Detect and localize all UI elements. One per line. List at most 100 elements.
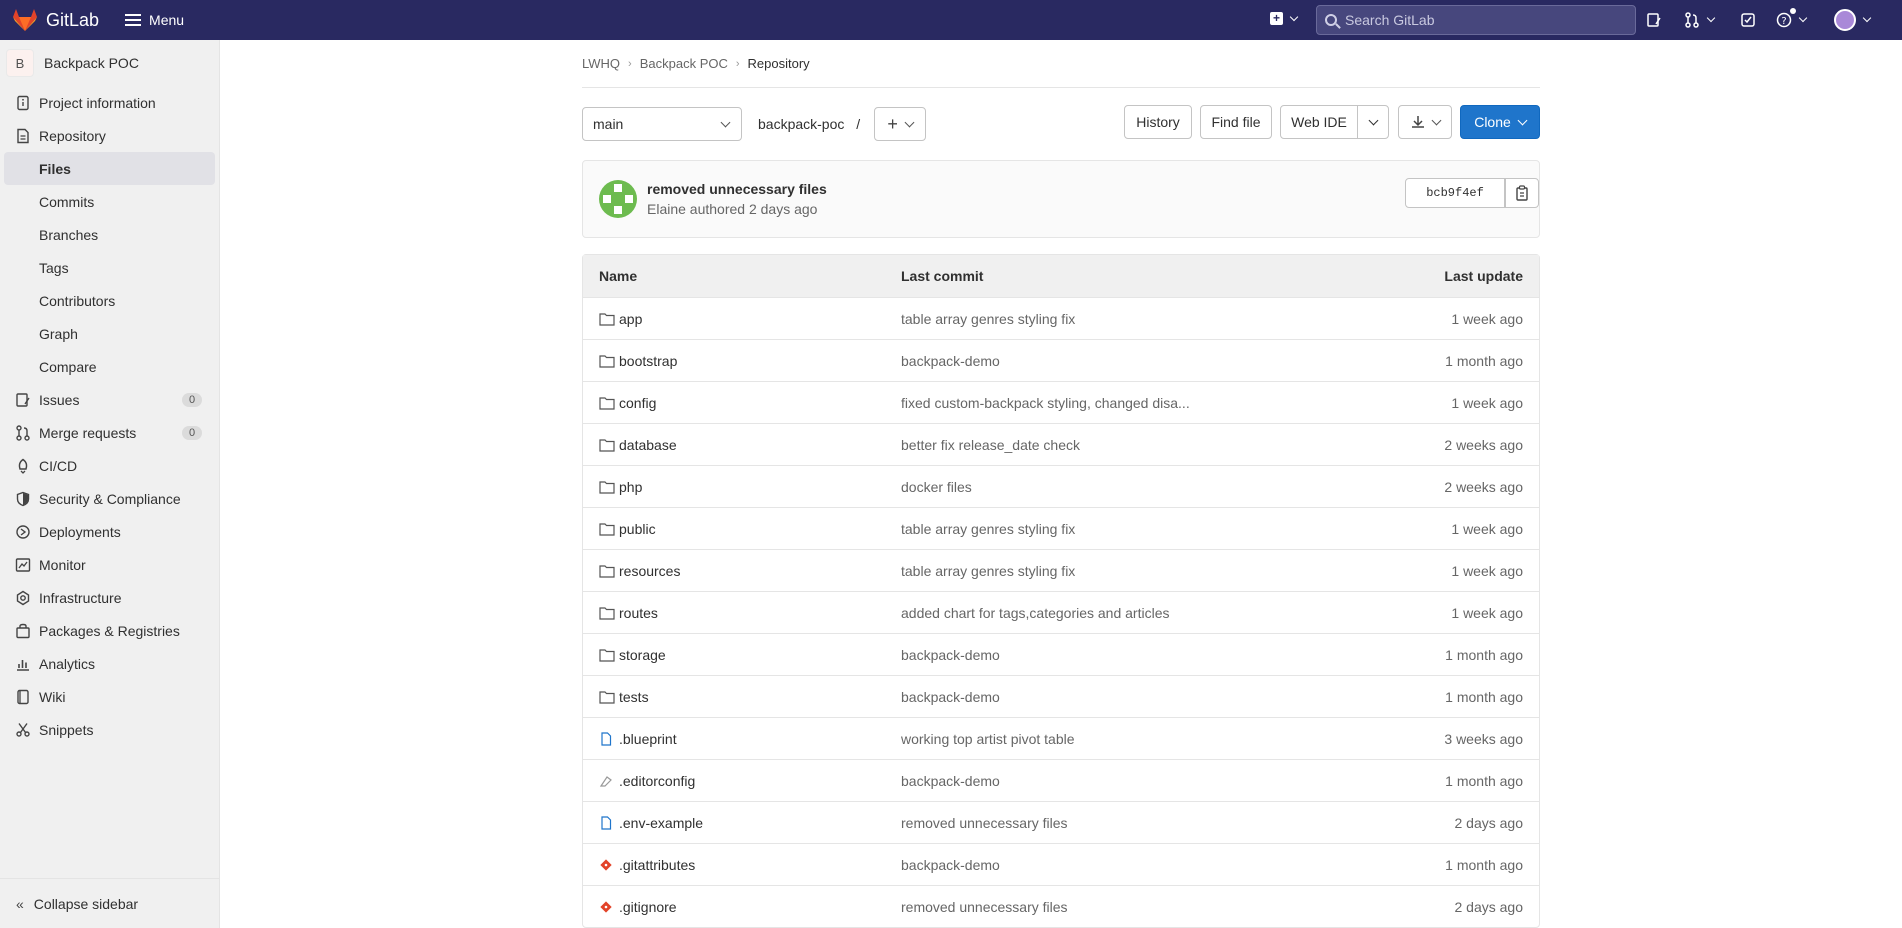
history-button[interactable]: History: [1124, 105, 1192, 139]
table-row[interactable]: app table array genres styling fix 1 week …: [583, 297, 1539, 339]
web-ide-button[interactable]: Web IDE: [1280, 105, 1358, 139]
table-row[interactable]: .env-example removed unnecessary files 2 d…: [583, 801, 1539, 843]
last-commit-link[interactable]: working top artist pivot table: [901, 731, 1361, 747]
file-name-link[interactable]: resources: [619, 563, 680, 579]
last-commit-link[interactable]: docker files: [901, 479, 1361, 495]
add-to-tree-button[interactable]: +: [874, 107, 927, 141]
file-name-link[interactable]: .gitattributes: [619, 857, 695, 873]
last-commit-link[interactable]: added chart for tags,categories and arti…: [901, 605, 1361, 621]
sidebar-item-graph[interactable]: Graph: [0, 317, 219, 350]
last-commit-link[interactable]: fixed custom-backpack styling, changed d…: [901, 395, 1361, 411]
table-row[interactable]: routes added chart for tags,categories an…: [583, 591, 1539, 633]
file-name-link[interactable]: tests: [619, 689, 649, 705]
last-commit-link[interactable]: backpack-demo: [901, 647, 1361, 663]
sidebar-item-files[interactable]: Files: [4, 152, 215, 185]
download-button[interactable]: [1398, 105, 1452, 139]
file-name-link[interactable]: app: [619, 311, 642, 327]
last-commit-link[interactable]: table array genres styling fix: [901, 563, 1361, 579]
menu-button[interactable]: Menu: [125, 11, 184, 29]
last-commit-link[interactable]: backpack-demo: [901, 353, 1361, 369]
breadcrumb-item-project[interactable]: Backpack POC: [640, 56, 728, 71]
table-row[interactable]: config fixed custom-backpack styling, cha…: [583, 381, 1539, 423]
table-row[interactable]: .blueprint working top artist pivot table…: [583, 717, 1539, 759]
last-commit-link[interactable]: table array genres styling fix: [901, 311, 1361, 327]
copy-sha-button[interactable]: [1505, 178, 1539, 208]
merge-requests-nav-button[interactable]: [1684, 12, 1716, 28]
clone-button[interactable]: Clone: [1460, 105, 1540, 139]
table-row[interactable]: php docker files 2 weeks ago: [583, 465, 1539, 507]
last-update-time: 1 month ago: [1445, 772, 1523, 789]
sidebar-item-analytics[interactable]: Analytics: [0, 647, 219, 680]
user-menu-button[interactable]: [1834, 9, 1872, 31]
file-name-link[interactable]: .gitignore: [619, 899, 677, 915]
table-row[interactable]: tests backpack-demo 1 month ago: [583, 675, 1539, 717]
sidebar-item-ci-cd[interactable]: CI/CD: [0, 449, 219, 482]
breadcrumb-item-current[interactable]: Repository: [748, 56, 810, 71]
table-row[interactable]: bootstrap backpack-demo 1 month ago: [583, 339, 1539, 381]
branch-selector[interactable]: main: [582, 107, 742, 141]
last-commit-link[interactable]: removed unnecessary files: [901, 899, 1361, 915]
commit-sha[interactable]: bcb9f4ef: [1405, 178, 1505, 208]
file-name-link[interactable]: storage: [619, 647, 666, 663]
file-name-link[interactable]: config: [619, 395, 656, 411]
sidebar-item-security-compliance[interactable]: Security & Compliance: [0, 482, 219, 515]
sidebar-item-branches[interactable]: Branches: [0, 218, 219, 251]
file-name-link[interactable]: .env-example: [619, 815, 703, 831]
table-row[interactable]: .gitattributes backpack-demo 1 month ago: [583, 843, 1539, 885]
breadcrumb-separator-icon: ›: [735, 57, 740, 70]
table-row[interactable]: .editorconfig backpack-demo 1 month ago: [583, 759, 1539, 801]
table-row[interactable]: resources table array genres styling fix 1…: [583, 549, 1539, 591]
file-name-link[interactable]: public: [619, 521, 656, 537]
find-file-button[interactable]: Find file: [1200, 105, 1272, 139]
sidebar-item-tags[interactable]: Tags: [0, 251, 219, 284]
collapse-sidebar-button[interactable]: « Collapse sidebar: [0, 878, 220, 928]
sidebar-item-contributors[interactable]: Contributors: [0, 284, 219, 317]
web-ide-dropdown-button[interactable]: [1357, 105, 1389, 139]
last-commit-link[interactable]: backpack-demo: [901, 689, 1361, 705]
commit-author-avatar[interactable]: [599, 180, 637, 218]
sidebar-item-compare[interactable]: Compare: [0, 350, 219, 383]
table-row[interactable]: public table array genres styling fix 1 we…: [583, 507, 1539, 549]
sidebar-item-monitor[interactable]: Monitor: [0, 548, 219, 581]
table-row[interactable]: database better fix release_date check 2 w…: [583, 423, 1539, 465]
column-header-last-commit: Last commit: [901, 268, 984, 284]
project-header[interactable]: B Backpack POC: [0, 40, 219, 86]
last-commit-link[interactable]: removed unnecessary files: [901, 815, 1361, 831]
file-name-link[interactable]: bootstrap: [619, 353, 677, 369]
breadcrumb-item-group[interactable]: LWHQ: [582, 56, 620, 71]
commit-title[interactable]: removed unnecessary files: [647, 181, 827, 197]
last-commit-link[interactable]: better fix release_date check: [901, 437, 1361, 453]
new-dropdown[interactable]: +: [1270, 12, 1299, 25]
search-input[interactable]: Search GitLab: [1316, 5, 1636, 35]
table-row[interactable]: .gitignore removed unnecessary files 2 day…: [583, 885, 1539, 927]
sidebar-item-issues[interactable]: Issues 0: [0, 383, 219, 416]
sidebar-item-deployments[interactable]: Deployments: [0, 515, 219, 548]
last-commit-link[interactable]: backpack-demo: [901, 857, 1361, 873]
todos-nav-button[interactable]: [1740, 12, 1756, 28]
file-name-link[interactable]: .editorconfig: [619, 773, 695, 789]
sidebar-item-merge-requests[interactable]: Merge requests 0: [0, 416, 219, 449]
sidebar-item-project-information[interactable]: Project information: [0, 86, 219, 119]
sidebar-item-commits[interactable]: Commits: [0, 185, 219, 218]
sidebar-item-wiki[interactable]: Wiki: [0, 680, 219, 713]
repo-path-root[interactable]: backpack-poc: [758, 116, 844, 132]
branch-name: main: [593, 116, 624, 132]
sidebar-item-packages-registries[interactable]: Packages & Registries: [0, 614, 219, 647]
last-commit-link[interactable]: backpack-demo: [901, 773, 1361, 789]
merge-request-icon: [15, 424, 31, 441]
file-name-link[interactable]: routes: [619, 605, 658, 621]
web-ide-label: Web IDE: [1291, 114, 1347, 130]
clone-label: Clone: [1474, 114, 1511, 130]
sidebar-item-infrastructure[interactable]: Infrastructure: [0, 581, 219, 614]
file-name-link[interactable]: .blueprint: [619, 731, 677, 747]
issues-nav-button[interactable]: [1646, 12, 1662, 28]
sidebar-item-snippets[interactable]: Snippets: [0, 713, 219, 746]
help-nav-button[interactable]: ?: [1776, 8, 1808, 28]
file-name-link[interactable]: php: [619, 479, 642, 495]
file-name-link[interactable]: database: [619, 437, 677, 453]
sidebar-item-repository[interactable]: Repository: [0, 119, 219, 152]
last-commit-link[interactable]: table array genres styling fix: [901, 521, 1361, 537]
help-icon: ?: [1776, 12, 1792, 28]
table-row[interactable]: storage backpack-demo 1 month ago: [583, 633, 1539, 675]
gitlab-logo[interactable]: GitLab: [12, 8, 99, 32]
